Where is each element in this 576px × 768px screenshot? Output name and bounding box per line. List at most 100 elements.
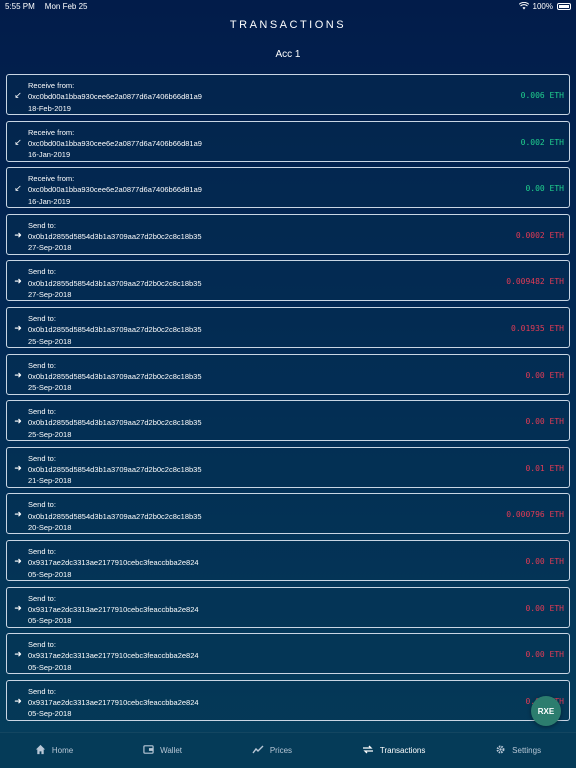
transaction-date: 05-Sep-2018 [28, 569, 72, 579]
transaction-list[interactable]: ↙ Receive from: 0xc0bd00a1bba930cee6e2a087… [6, 74, 570, 732]
transaction-label: Send to: [28, 546, 56, 556]
tab-home[interactable]: Home [35, 744, 73, 758]
transaction-row[interactable]: ➜ Send to: 0x0b1d2855d5854d3b1a3709aa27d2b… [6, 446, 570, 488]
arrow-right-icon: ➜ [14, 602, 22, 613]
transaction-label: Send to: [28, 313, 56, 323]
wallet-icon [143, 744, 154, 758]
transaction-amount: 0.002 ETH [520, 137, 564, 147]
transaction-row[interactable]: ➜ Send to: 0x0b1d2855d5854d3b1a3709aa27d2b… [6, 353, 570, 395]
transaction-date: 25-Sep-2018 [28, 383, 72, 393]
transaction-row[interactable]: ↙ Receive from: 0xc0bd00a1bba930cee6e2a087… [6, 167, 570, 209]
transaction-address: 0x0b1d2855d5854d3b1a3709aa27d2b0c2c8c18b… [28, 418, 202, 428]
tab-settings[interactable]: Settings [495, 744, 541, 758]
transaction-row[interactable]: ↙ Receive from: 0xc0bd00a1bba930cee6e2a087… [6, 120, 570, 162]
transaction-address: 0x0b1d2855d5854d3b1a3709aa27d2b0c2c8c18b… [28, 511, 202, 521]
tab-wallet[interactable]: Wallet [143, 744, 182, 758]
tab-transactions[interactable]: Transactions [362, 744, 426, 758]
transaction-label: Send to: [28, 453, 56, 463]
transaction-row[interactable]: ➜ Send to: 0x9317ae2dc3313ae2177910cebc3fe… [6, 633, 570, 675]
transaction-address: 0x0b1d2855d5854d3b1a3709aa27d2b0c2c8c18b… [28, 465, 202, 475]
transaction-label: Send to: [28, 640, 56, 650]
transaction-row[interactable]: ↙ Receive from: 0xc0bd00a1bba930cee6e2a087… [6, 74, 570, 115]
status-time: 5:55 PM [5, 2, 35, 11]
arrow-right-icon: ➜ [14, 276, 22, 287]
transaction-amount: 0.01 ETH [525, 463, 564, 473]
battery-icon [557, 3, 571, 10]
transaction-amount: 0.0002 ETH [515, 230, 564, 240]
transaction-row[interactable]: ➜ Send to: 0x9317ae2dc3313ae2177910cebc3fe… [6, 679, 570, 721]
transaction-amount: 0.00 ETH [525, 184, 564, 194]
transaction-address: 0x9317ae2dc3313ae2177910cebc3feaccbba2e8… [28, 604, 199, 614]
transaction-date: 25-Sep-2018 [28, 336, 72, 346]
arrow-right-icon: ➜ [14, 509, 22, 520]
transaction-date: 20-Sep-2018 [28, 522, 72, 532]
transaction-date: 05-Sep-2018 [28, 662, 72, 672]
transaction-date: 16-Jan-2019 [28, 150, 71, 160]
transaction-date: 27-Sep-2018 [28, 289, 72, 299]
tab-prices[interactable]: Prices [252, 744, 292, 758]
transaction-row[interactable]: ➜ Send to: 0x0b1d2855d5854d3b1a3709aa27d2b… [6, 400, 570, 442]
account-name: Acc 1 [275, 49, 301, 60]
transaction-address: 0x9317ae2dc3313ae2177910cebc3feaccbba2e8… [28, 651, 199, 661]
transaction-amount: 0.00 ETH [525, 650, 564, 660]
home-icon [35, 744, 46, 758]
tab-bar: Home Wallet Prices Transactions Settings [0, 732, 576, 768]
transaction-address: 0x0b1d2855d5854d3b1a3709aa27d2b0c2c8c18b… [28, 278, 202, 288]
transaction-row[interactable]: ➜ Send to: 0x9317ae2dc3313ae2177910cebc3fe… [6, 586, 570, 628]
transaction-date: 21-Sep-2018 [28, 476, 72, 486]
rxe-floating-button[interactable]: RXE [531, 696, 561, 726]
status-date: Mon Feb 25 [44, 2, 88, 11]
transaction-address: 0x0b1d2855d5854d3b1a3709aa27d2b0c2c8c18b… [28, 232, 202, 242]
transaction-address: 0xc0bd00a1bba930cee6e2a0877d6a7406b66d81… [28, 138, 202, 148]
battery-percent: 100% [532, 2, 553, 11]
transaction-label: Send to: [28, 267, 56, 277]
transaction-label: Send to: [28, 686, 56, 696]
transaction-row[interactable]: ➜ Send to: 0x0b1d2855d5854d3b1a3709aa27d2b… [6, 260, 570, 302]
transaction-address: 0x0b1d2855d5854d3b1a3709aa27d2b0c2c8c18b… [28, 325, 202, 335]
transaction-date: 05-Sep-2018 [28, 709, 72, 719]
transfer-icon [362, 744, 374, 758]
tab-label: Settings [512, 746, 542, 755]
arrow-right-icon: ➜ [14, 649, 22, 660]
transaction-date: 18-Feb-2019 [28, 103, 71, 113]
transaction-address: 0x0b1d2855d5854d3b1a3709aa27d2b0c2c8c18b… [28, 371, 202, 381]
transaction-date: 16-Jan-2019 [28, 196, 71, 206]
arrow-right-icon: ➜ [14, 555, 22, 566]
tab-label: Wallet [160, 746, 182, 755]
transaction-date: 27-Sep-2018 [28, 243, 72, 253]
transaction-row[interactable]: ➜ Send to: 0x0b1d2855d5854d3b1a3709aa27d2b… [6, 213, 570, 255]
arrow-right-icon: ➜ [14, 229, 22, 240]
transaction-row[interactable]: ➜ Send to: 0x0b1d2855d5854d3b1a3709aa27d2b… [6, 306, 570, 348]
transaction-label: Receive from: [28, 127, 75, 137]
wifi-icon [518, 1, 529, 12]
transaction-address: 0x9317ae2dc3313ae2177910cebc3feaccbba2e8… [28, 698, 199, 708]
arrow-down-left-icon: ↙ [14, 136, 22, 147]
transaction-amount: 0.00 ETH [525, 556, 564, 566]
transaction-label: Send to: [28, 220, 56, 230]
page-title: TRANSACTIONS [229, 19, 347, 31]
gear-icon [495, 744, 506, 758]
transaction-label: Send to: [28, 407, 56, 417]
arrow-right-icon: ➜ [14, 462, 22, 473]
tab-label: Transactions [379, 746, 426, 755]
tab-label: Prices [269, 746, 293, 755]
chart-line-icon [252, 744, 264, 758]
transaction-amount: 0.01935 ETH [511, 323, 564, 333]
transaction-date: 05-Sep-2018 [28, 616, 72, 626]
transaction-row[interactable]: ➜ Send to: 0x0b1d2855d5854d3b1a3709aa27d2b… [6, 493, 570, 535]
transaction-address: 0xc0bd00a1bba930cee6e2a0877d6a7406b66d81… [28, 92, 202, 102]
arrow-down-left-icon: ↙ [14, 183, 22, 194]
transaction-row[interactable]: ➜ Send to: 0x9317ae2dc3313ae2177910cebc3fe… [6, 539, 570, 581]
arrow-right-icon: ➜ [14, 369, 22, 380]
transaction-amount: 0.00 ETH [525, 417, 564, 427]
transaction-date: 25-Sep-2018 [28, 429, 72, 439]
transaction-amount: 0.006 ETH [520, 91, 564, 100]
transaction-amount: 0.00 ETH [525, 370, 564, 380]
transaction-label: Send to: [28, 500, 56, 510]
arrow-right-icon: ➜ [14, 322, 22, 333]
arrow-down-left-icon: ↙ [14, 90, 22, 100]
transaction-address: 0x9317ae2dc3313ae2177910cebc3feaccbba2e8… [28, 558, 199, 568]
tab-label: Home [51, 746, 74, 755]
transaction-label: Send to: [28, 593, 56, 603]
transaction-label: Send to: [28, 360, 56, 370]
